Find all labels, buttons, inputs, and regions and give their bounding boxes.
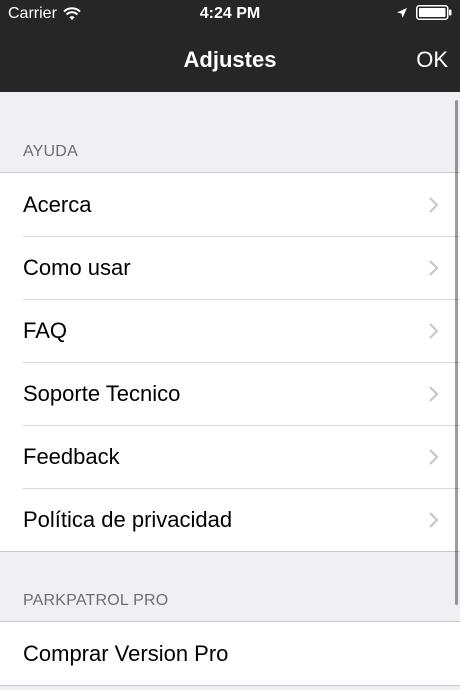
chevron-right-icon (428, 448, 440, 466)
section-header-parkpatrol-pro: PARKPATROL PRO (23, 592, 169, 609)
chevron-right-icon (428, 196, 440, 214)
settings-list[interactable]: AYUDA Acerca Como usar FAQ Soporte Tecni… (0, 92, 460, 690)
row-label: Como usar (23, 254, 131, 280)
row-politica-privacidad[interactable]: Política de privacidad (0, 488, 460, 551)
ok-button[interactable]: OK (416, 47, 448, 73)
chevron-right-icon (428, 259, 440, 277)
nav-title: Adjustes (183, 47, 277, 72)
row-label: Política de privacidad (23, 506, 233, 532)
row-label: FAQ (23, 317, 68, 343)
status-time: 4:24 PM (199, 5, 261, 22)
chevron-right-icon (428, 385, 440, 403)
battery-icon (416, 5, 452, 20)
row-label: Feedback (23, 443, 120, 469)
scroll-indicator[interactable] (455, 100, 458, 605)
row-label: Soporte Tecnico (23, 380, 181, 406)
row-acerca[interactable]: Acerca (0, 173, 460, 236)
section-group-ayuda: Acerca Como usar FAQ Soporte Tecnico Fee… (0, 172, 460, 552)
section-group-parkpatrol-pro: Comprar Version Pro (0, 621, 460, 686)
location-icon (396, 7, 408, 19)
navigation-bar: Adjustes OK (0, 30, 460, 92)
chevron-right-icon (428, 511, 440, 529)
status-right (396, 5, 452, 20)
row-comprar-version-pro[interactable]: Comprar Version Pro (0, 622, 460, 685)
row-soporte-tecnico[interactable]: Soporte Tecnico (0, 362, 460, 425)
row-como-usar[interactable]: Como usar (0, 236, 460, 299)
settings-screen: Carrier 4:24 PM Adjustes OK AYUDA Acerca… (0, 0, 460, 690)
row-label: Comprar Version Pro (23, 640, 229, 666)
row-label: Acerca (23, 191, 92, 217)
chevron-right-icon (428, 322, 440, 340)
row-faq[interactable]: FAQ (0, 299, 460, 362)
section-header-ayuda: AYUDA (23, 143, 78, 160)
row-feedback[interactable]: Feedback (0, 425, 460, 488)
status-bar: Carrier 4:24 PM (0, 0, 460, 30)
